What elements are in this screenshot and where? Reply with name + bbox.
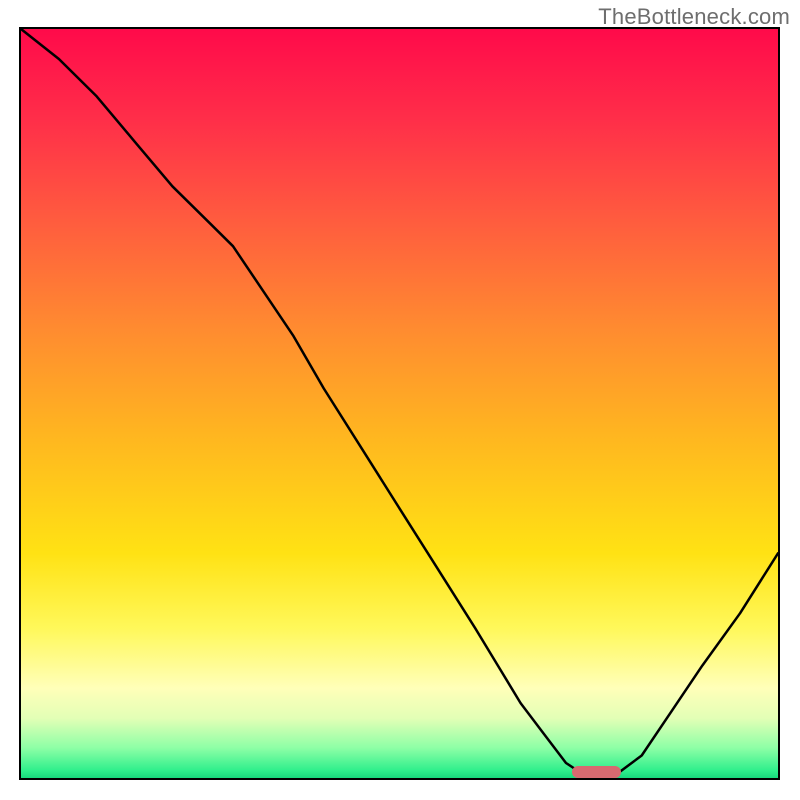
watermark-text: TheBottleneck.com: [598, 4, 790, 30]
chart-frame: [19, 27, 780, 780]
chart-curve: [21, 29, 778, 778]
chart-marker: [572, 766, 621, 778]
